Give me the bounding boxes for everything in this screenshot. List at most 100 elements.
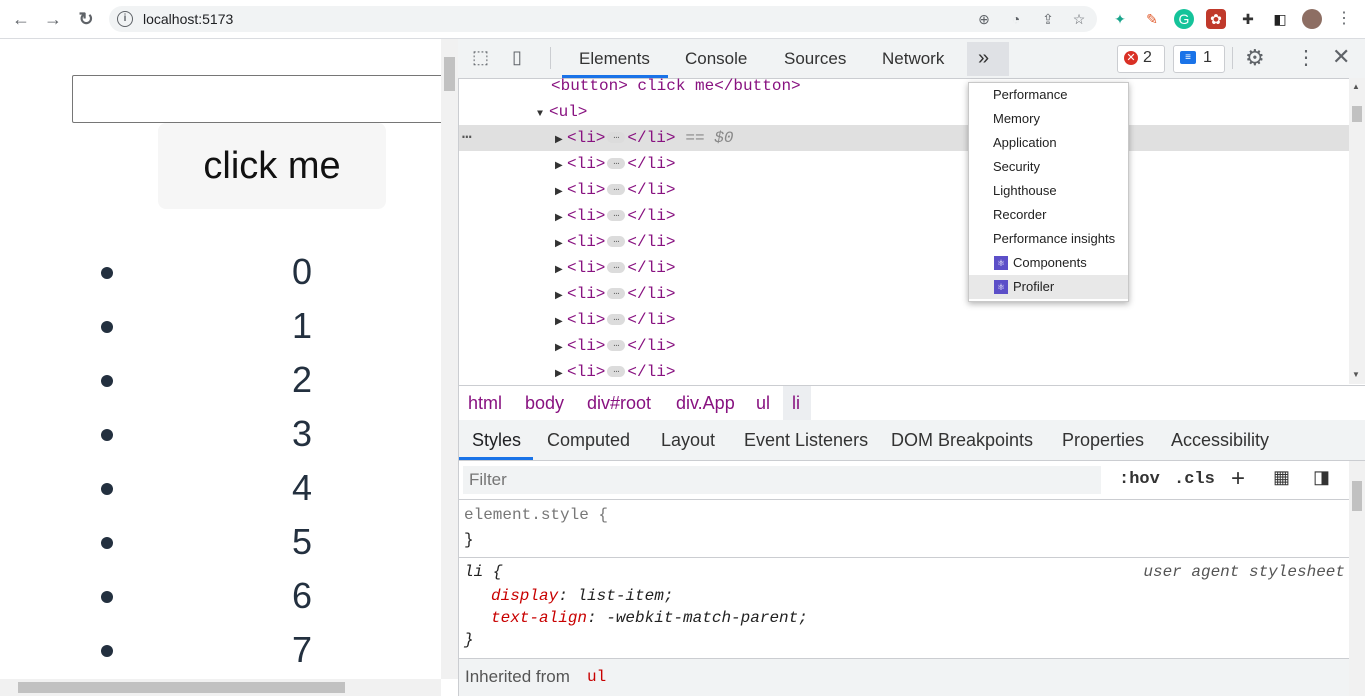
url-text[interactable]: localhost:5173 <box>143 11 233 27</box>
tab-network[interactable]: Network <box>882 49 944 69</box>
toolbar-divider <box>550 47 551 69</box>
extension-pen-icon[interactable]: ✎ <box>1142 9 1162 29</box>
node-actions-icon[interactable]: … <box>462 121 472 147</box>
tree-ul-node[interactable]: ▼ <ul> <box>459 99 1349 125</box>
menu-item[interactable]: Lighthouse <box>969 179 1128 203</box>
tree-li-node[interactable]: ▶ <li>… </li> <box>459 151 1349 177</box>
new-rule-plus-icon[interactable]: + <box>1231 465 1245 493</box>
share-icon[interactable]: ⇪ <box>1039 10 1057 28</box>
menu-item[interactable]: Security <box>969 155 1128 179</box>
close-devtools-icon[interactable]: ✕ <box>1332 44 1350 70</box>
extension-icon[interactable]: ✦ <box>1110 9 1130 29</box>
tab-computed[interactable]: Computed <box>547 430 630 451</box>
cls-toggle[interactable]: .cls <box>1174 470 1215 489</box>
tab-styles[interactable]: Styles <box>472 430 521 451</box>
text-input[interactable] <box>72 75 441 123</box>
menu-item[interactable]: Performance insights <box>969 227 1128 251</box>
menu-item[interactable]: ⚛ Profiler <box>969 275 1128 299</box>
elements-scroll-thumb[interactable] <box>1352 106 1362 122</box>
crumb-html[interactable]: html <box>468 393 502 414</box>
tree-li-node[interactable]: ▶ <li>… </li> <box>459 229 1349 255</box>
inspect-element-icon[interactable]: ⬚ <box>472 47 489 68</box>
reload-icon[interactable]: ↻ <box>75 8 97 30</box>
ellipsis-badge[interactable]: … <box>607 158 626 170</box>
zoom-icon[interactable]: ⊕ <box>975 10 993 28</box>
menu-item[interactable]: Recorder <box>969 203 1128 227</box>
element-style-selector[interactable]: element.style { <box>464 506 608 524</box>
crumb-body[interactable]: body <box>525 393 564 414</box>
toggle-sidebar-icon[interactable]: ◨ <box>1313 467 1330 488</box>
inherited-from-link[interactable]: ul <box>587 668 606 686</box>
more-tabs-button[interactable]: » <box>978 47 989 70</box>
tree-li-node[interactable]: ▶ <li>… </li> <box>459 333 1349 359</box>
ellipsis-badge[interactable]: … <box>607 210 626 222</box>
elements-scrollbar[interactable]: ▲ ▼ <box>1349 78 1365 384</box>
tab-elements[interactable]: Elements <box>579 49 650 69</box>
puzzle-icon[interactable]: ✚ <box>1238 9 1258 29</box>
crumb-div-app[interactable]: div.App <box>676 393 735 414</box>
device-toolbar-icon[interactable]: ▯ <box>512 47 522 68</box>
tree-li-node[interactable]: ▶ <li>… </li> <box>459 203 1349 229</box>
ellipsis-badge[interactable]: … <box>607 236 626 248</box>
tree-li-node[interactable]: ▶ <li>… </li> <box>459 255 1349 281</box>
error-counter[interactable]: ✕ 2 <box>1117 45 1165 73</box>
tab-dom-breakpoints[interactable]: DOM Breakpoints <box>891 430 1033 451</box>
crumb-ul[interactable]: ul <box>756 393 770 414</box>
tree-button-node[interactable]: <button> click me</button> <box>459 78 1349 99</box>
performance-icon[interactable]: ◔ <box>1007 10 1025 28</box>
styles-scroll-thumb[interactable] <box>1352 481 1362 511</box>
tab-event-listeners[interactable]: Event Listeners <box>744 430 868 451</box>
tree-li-node[interactable]: ▶ <li>… </li> <box>459 307 1349 333</box>
expand-arrow-icon[interactable]: ▶ <box>555 362 567 384</box>
tab-console[interactable]: Console <box>685 49 747 69</box>
ellipsis-badge[interactable]: … <box>607 184 626 196</box>
tab-sources[interactable]: Sources <box>784 49 846 69</box>
tree-li-node[interactable]: ▶ <li>… </li> <box>459 359 1349 384</box>
menu-item[interactable]: Performance <box>969 83 1128 107</box>
style-rule-text-align[interactable]: text-align: -webkit-match-parent; <box>491 609 808 627</box>
click-me-button[interactable]: click me <box>158 123 386 209</box>
customize-menu-icon[interactable]: ⋮ <box>1296 45 1316 70</box>
settings-gear-icon[interactable]: ⚙ <box>1245 45 1265 71</box>
styles-filter-input[interactable] <box>463 466 1101 494</box>
scroll-down-arrow-icon[interactable]: ▼ <box>1352 370 1360 379</box>
crumb-div-root[interactable]: div#root <box>587 393 651 414</box>
ellipsis-badge[interactable]: … <box>607 262 626 274</box>
menu-item[interactable]: Memory <box>969 107 1128 131</box>
forward-icon[interactable]: → <box>42 8 64 30</box>
side-panel-icon[interactable]: ◧ <box>1270 9 1290 29</box>
li-rule-selector[interactable]: li { <box>464 563 502 581</box>
menu-item[interactable]: ⚛ Components <box>969 251 1128 275</box>
grammarly-icon[interactable]: G <box>1174 9 1194 29</box>
ellipsis-badge[interactable]: … <box>607 340 626 352</box>
tab-accessibility[interactable]: Accessibility <box>1171 430 1269 451</box>
li-open-tag: <li> <box>567 155 606 173</box>
ellipsis-badge[interactable]: … <box>607 132 626 144</box>
tree-li-node[interactable]: ▶ <li>… </li> <box>459 177 1349 203</box>
back-icon[interactable]: ← <box>10 8 32 30</box>
tab-layout[interactable]: Layout <box>661 430 715 451</box>
hov-toggle[interactable]: :hov <box>1119 470 1160 489</box>
address-bar[interactable]: i localhost:5173 ⊕ ◔ ⇪ ☆ <box>109 6 1097 32</box>
page-vertical-scroll-thumb[interactable] <box>444 57 455 91</box>
tree-li-node[interactable]: ▶ <li>… </li> == $0… <box>459 125 1349 151</box>
avatar[interactable] <box>1302 9 1322 29</box>
extension-red-icon[interactable]: ✿ <box>1206 9 1226 29</box>
tree-li-node[interactable]: ▶ <li>… </li> <box>459 281 1349 307</box>
ellipsis-badge[interactable]: … <box>607 366 626 378</box>
ellipsis-badge[interactable]: … <box>607 288 626 300</box>
message-counter[interactable]: ≡ 1 <box>1173 45 1225 73</box>
styles-scrollbar[interactable] <box>1349 461 1365 696</box>
page-horizontal-scroll-thumb[interactable] <box>18 682 345 693</box>
crumb-li[interactable]: li <box>792 393 800 414</box>
style-rule-display[interactable]: display: list-item; <box>491 587 673 605</box>
site-info-icon[interactable]: i <box>117 11 133 27</box>
bookmark-star-icon[interactable]: ☆ <box>1070 10 1088 28</box>
tab-properties[interactable]: Properties <box>1062 430 1144 451</box>
page-vertical-scrollbar[interactable] <box>441 39 458 679</box>
rendering-emulation-icon[interactable]: ▦ <box>1273 467 1290 488</box>
scroll-up-arrow-icon[interactable]: ▲ <box>1352 82 1360 91</box>
menu-item[interactable]: Application <box>969 131 1128 155</box>
menu-icon[interactable]: ⋮ <box>1334 9 1354 29</box>
ellipsis-badge[interactable]: … <box>607 314 626 326</box>
